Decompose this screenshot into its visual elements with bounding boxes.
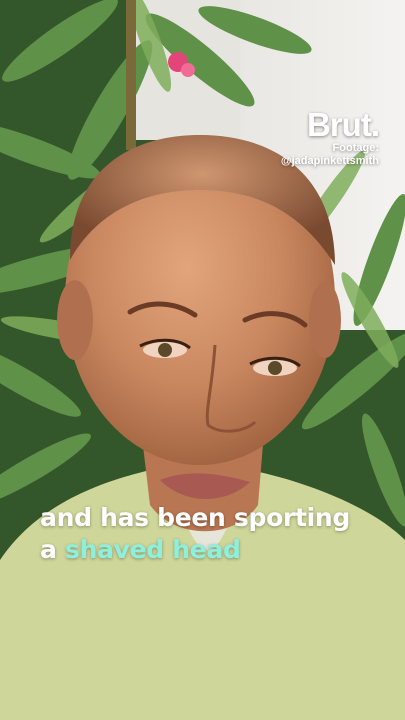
footage-credit-label: Footage: [332,142,379,154]
subtitle-caption: and has been sporting a shaved head [40,502,350,566]
brut-logo: Brut. [307,106,380,143]
caption-line-2: a shaved head [40,534,350,566]
brut-watermark: Brut. Footage: @jadapinkettsmith [280,106,380,168]
footage-credit-handle: @jadapinkettsmith [280,155,379,167]
caption-highlight: shaved head [64,535,241,564]
caption-line-2-prefix: a [40,535,57,564]
caption-line-1: and has been sporting [40,503,351,532]
